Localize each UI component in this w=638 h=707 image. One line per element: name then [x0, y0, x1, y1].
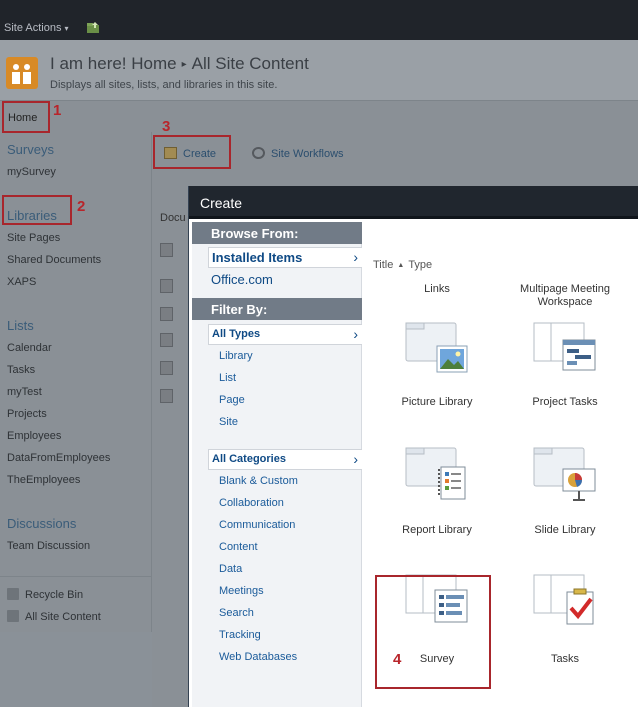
site-actions-label: Site Actions — [4, 22, 62, 34]
annotation-number: 3 — [162, 118, 171, 135]
picture-library-icon[interactable] — [405, 322, 471, 376]
type-option-page[interactable]: Page — [219, 394, 245, 406]
report-library-icon[interactable] — [405, 447, 471, 501]
site-actions-menu[interactable]: Site Actions ▾ — [4, 22, 69, 34]
annotation-number: 4 — [393, 651, 402, 668]
ql-item-site-pages[interactable]: Site Pages — [7, 232, 60, 244]
tile-slide-library[interactable]: Slide Library — [501, 524, 629, 537]
ql-item-team-discussion[interactable]: Team Discussion — [7, 540, 90, 552]
ql-item-datafromemployees[interactable]: DataFromEmployees — [7, 452, 110, 464]
ql-heading-discussions[interactable]: Discussions — [7, 516, 76, 531]
dialog-filter-panel: Browse From: Installed Items › Office.co… — [192, 222, 362, 707]
tile-multipage-meeting-workspace[interactable]: Multipage Meeting Workspace — [501, 283, 629, 309]
ribbon-bar: Site Actions ▾ — [0, 0, 638, 40]
category-option[interactable]: Tracking — [219, 629, 261, 641]
ql-divider — [0, 576, 152, 577]
chevron-right-icon: › — [353, 249, 358, 265]
site-name-link[interactable]: I am here! Home — [50, 54, 177, 73]
all-types-option[interactable]: All Types › — [208, 324, 362, 345]
all-site-content-icon — [7, 610, 19, 622]
tile-tasks[interactable]: Tasks — [501, 653, 629, 666]
sort-ascending-icon: ▲ — [397, 262, 405, 269]
browse-from-header: Browse From: — [192, 222, 362, 244]
document-library-icon — [160, 279, 173, 293]
page-title: I am here! Home ▸ All Site Content — [50, 54, 309, 74]
ql-item-xaps[interactable]: XAPS — [7, 276, 36, 288]
category-option[interactable]: Content — [219, 541, 258, 553]
category-option[interactable]: Meetings — [219, 585, 264, 597]
annotation-box-create — [153, 135, 231, 169]
document-library-icon — [160, 389, 173, 403]
all-categories-option[interactable]: All Categories › — [208, 449, 362, 470]
recycle-bin-label: Recycle Bin — [25, 589, 84, 601]
sort-title-button[interactable]: Title — [373, 259, 393, 271]
site-workflows-button[interactable]: Site Workflows — [252, 147, 344, 160]
document-library-icon — [160, 333, 173, 347]
type-option-library[interactable]: Library — [219, 350, 253, 362]
ql-item-calendar[interactable]: Calendar — [7, 342, 52, 354]
ql-item-theemployees[interactable]: TheEmployees — [7, 474, 80, 486]
document-library-icon — [160, 307, 173, 321]
tile-report-library[interactable]: Report Library — [373, 524, 501, 537]
sort-header: Title ▲ Type — [373, 259, 432, 271]
sort-type-button[interactable]: Type — [408, 259, 432, 271]
tile-picture-library[interactable]: Picture Library — [373, 396, 501, 409]
ql-item-projects[interactable]: Projects — [7, 408, 47, 420]
category-option[interactable]: Blank & Custom — [219, 475, 298, 487]
ql-item-employees[interactable]: Employees — [7, 430, 61, 442]
all-types-label: All Types — [212, 328, 261, 340]
all-categories-label: All Categories — [212, 453, 286, 465]
documents-heading: Docu — [160, 212, 186, 224]
ql-item-shared-documents[interactable]: Shared Documents — [7, 254, 101, 266]
office-com-option[interactable]: Office.com — [211, 272, 273, 287]
project-tasks-icon[interactable] — [533, 322, 599, 376]
category-option[interactable]: Collaboration — [219, 497, 284, 509]
page-description: Displays all sites, lists, and libraries… — [50, 79, 278, 91]
ql-heading-surveys[interactable]: Surveys — [7, 142, 54, 157]
annotation-box-survey — [375, 575, 491, 689]
document-library-icon — [160, 361, 173, 375]
recycle-bin-icon — [7, 588, 19, 600]
browse-from-label: Browse From: — [211, 226, 299, 241]
category-option[interactable]: Web Databases — [219, 651, 297, 663]
breadcrumb-arrow-icon: ▸ — [181, 59, 187, 70]
chevron-down-icon: ▾ — [64, 24, 69, 33]
slide-library-icon[interactable] — [533, 447, 599, 501]
tasks-icon[interactable] — [533, 574, 599, 628]
annotation-number: 1 — [53, 102, 62, 119]
tile-project-tasks[interactable]: Project Tasks — [501, 396, 629, 409]
site-workflows-label: Site Workflows — [271, 148, 344, 160]
top-link-bar: Home — [0, 100, 638, 132]
ql-item-recycle-bin[interactable]: Recycle Bin — [7, 588, 83, 601]
type-option-site[interactable]: Site — [219, 416, 238, 428]
workflow-icon — [252, 147, 265, 159]
filter-by-header: Filter By: — [192, 298, 362, 320]
chevron-right-icon: › — [353, 326, 358, 342]
installed-items-label: Installed Items — [212, 250, 303, 265]
ql-item-mytest[interactable]: myTest — [7, 386, 42, 398]
dialog-header: Create — [189, 186, 638, 219]
category-option[interactable]: Communication — [219, 519, 295, 531]
annotation-number: 2 — [77, 198, 86, 215]
chevron-right-icon: › — [353, 451, 358, 467]
dialog-title: Create — [200, 195, 243, 211]
installed-items-option[interactable]: Installed Items › — [208, 247, 362, 268]
document-library-icon — [160, 243, 173, 257]
page-name: All Site Content — [191, 54, 309, 73]
tile-links[interactable]: Links — [373, 283, 501, 296]
navigate-up-icon[interactable] — [86, 21, 100, 34]
annotation-box-libraries — [2, 195, 72, 225]
ql-item-all-site-content[interactable]: All Site Content — [7, 610, 101, 623]
ql-item-tasks[interactable]: Tasks — [7, 364, 35, 376]
category-option[interactable]: Data — [219, 563, 242, 575]
filter-by-label: Filter By: — [211, 302, 268, 317]
site-logo-icon[interactable] — [6, 57, 38, 89]
type-option-list[interactable]: List — [219, 372, 236, 384]
ql-heading-lists[interactable]: Lists — [7, 318, 34, 333]
all-site-content-label: All Site Content — [25, 611, 101, 623]
annotation-box-home — [2, 101, 50, 133]
ql-item-mysurvey[interactable]: mySurvey — [7, 166, 56, 178]
category-option[interactable]: Search — [219, 607, 254, 619]
title-area: I am here! Home ▸ All Site Content Display… — [0, 40, 638, 100]
